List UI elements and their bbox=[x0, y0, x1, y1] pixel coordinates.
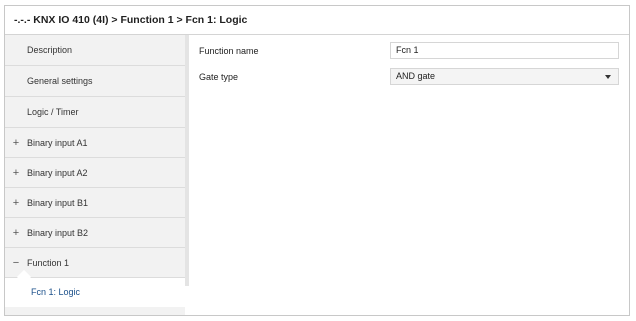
sidebar-item-label: Logic / Timer bbox=[27, 107, 79, 117]
sidebar-item-label: Fcn 1: Logic bbox=[31, 287, 81, 297]
sidebar: Description General settings Logic / Tim… bbox=[5, 35, 185, 315]
function-name-row: Function name Fcn 1 bbox=[191, 42, 627, 60]
sidebar-item-label: Binary input B2 bbox=[27, 228, 89, 238]
sidebar-item-label: Description bbox=[27, 45, 73, 55]
chevron-down-icon bbox=[605, 75, 611, 79]
expand-icon[interactable]: + bbox=[11, 158, 21, 188]
sidebar-item-general-settings[interactable]: General settings bbox=[5, 66, 185, 97]
expand-icon[interactable]: + bbox=[11, 188, 21, 218]
sidebar-item-label: Binary input A2 bbox=[27, 168, 88, 178]
sidebar-item-binary-input-b1[interactable]: + Binary input B1 bbox=[5, 188, 185, 218]
sidebar-item-fcn-1-logic[interactable]: Fcn 1: Logic bbox=[5, 278, 185, 307]
sidebar-item-description[interactable]: Description bbox=[5, 35, 185, 66]
gate-type-label: Gate type bbox=[199, 72, 239, 82]
sidebar-item-binary-input-a2[interactable]: + Binary input A2 bbox=[5, 158, 185, 188]
gate-type-row: Gate type AND gate bbox=[191, 68, 627, 86]
sidebar-item-binary-input-a1[interactable]: + Binary input A1 bbox=[5, 128, 185, 158]
function-name-label: Function name bbox=[199, 46, 259, 56]
selected-child-wrapper: Fcn 1: Logic bbox=[5, 269, 185, 307]
expand-icon[interactable]: + bbox=[11, 128, 21, 158]
sidebar-item-function-1[interactable]: − Function 1 bbox=[5, 248, 185, 278]
sidebar-item-binary-input-b2[interactable]: + Binary input B2 bbox=[5, 218, 185, 248]
sidebar-scrollbar[interactable] bbox=[185, 35, 189, 286]
sidebar-item-label: Binary input B1 bbox=[27, 198, 89, 208]
parameter-panel: Function name Fcn 1 Gate type AND gate bbox=[191, 35, 629, 315]
gate-type-select[interactable]: AND gate bbox=[390, 68, 619, 85]
breadcrumb-title: -.-.- KNX IO 410 (4I) > Function 1 > Fcn… bbox=[5, 6, 629, 35]
function-name-input[interactable]: Fcn 1 bbox=[390, 42, 619, 59]
sidebar-item-logic-timer[interactable]: Logic / Timer bbox=[5, 97, 185, 128]
expand-icon[interactable]: + bbox=[11, 218, 21, 248]
gate-type-value: AND gate bbox=[396, 71, 436, 81]
sidebar-item-label: Function 1 bbox=[27, 258, 70, 268]
sidebar-item-label: General settings bbox=[27, 76, 93, 86]
sidebar-item-label: Binary input A1 bbox=[27, 138, 88, 148]
parameter-window: -.-.- KNX IO 410 (4I) > Function 1 > Fcn… bbox=[4, 5, 630, 316]
